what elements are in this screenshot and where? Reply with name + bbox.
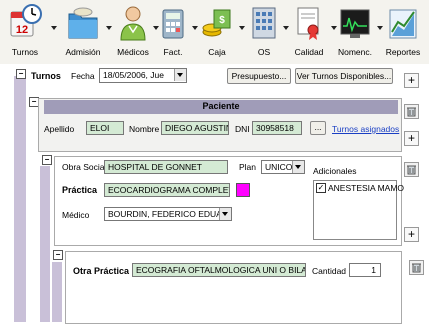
chevron-down-icon[interactable] — [219, 208, 231, 220]
main-toolbar: 12 Turnos Admisión Médicos Fact. $ Caja … — [0, 0, 429, 64]
toolbar-caja-button[interactable]: $ Caja — [198, 2, 236, 64]
practica-color-swatch — [236, 183, 250, 197]
adicionales-list[interactable]: ✓ ANESTESIA MAMO — [313, 180, 404, 240]
turnos-side-strip — [14, 76, 26, 322]
fecha-value: 18/05/2006, Jue — [103, 70, 164, 80]
toolbar-medicos-label: Médicos — [117, 47, 149, 57]
apellido-field[interactable]: ELOI — [86, 121, 124, 135]
toolbar-fact-button[interactable]: Fact. — [156, 2, 190, 64]
adicional-item-label: ANESTESIA MAMO — [328, 183, 405, 193]
toolbar-nomenc-label: Nomenc. — [337, 47, 372, 57]
turnos-asignados-link[interactable]: Turnos asignados — [332, 124, 399, 134]
otra-practica-label: Otra Práctica — [73, 266, 130, 276]
otra-practica-collapse-button[interactable]: − — [53, 250, 63, 260]
turnos-collapse-button[interactable]: − — [16, 69, 26, 79]
toolbar-turnos-button[interactable]: 12 Turnos — [2, 2, 48, 64]
ver-turnos-disponibles-button[interactable]: Ver Turnos Disponibles... — [295, 68, 393, 84]
cantidad-field[interactable]: 1 — [349, 263, 381, 277]
trash-icon — [407, 107, 416, 117]
fecha-label: Fecha — [71, 71, 95, 81]
toolbar-calidad-label: Calidad — [294, 47, 324, 57]
folder-icon — [66, 2, 100, 44]
practica-delete-button[interactable] — [404, 162, 419, 177]
otra-practica-field[interactable]: ECOGRAFIA OFTALMOLOGICA UNI O BILATERAL — [132, 263, 306, 277]
building-icon — [247, 2, 281, 44]
trash-icon — [412, 263, 421, 273]
fecha-select[interactable]: 18/05/2006, Jue — [99, 68, 187, 83]
adicional-item[interactable]: ✓ ANESTESIA MAMO — [316, 183, 404, 193]
practica-collapse-button[interactable]: − — [42, 155, 52, 165]
paciente-title: Paciente — [202, 101, 240, 111]
plan-select[interactable]: UNICO — [261, 160, 305, 174]
paciente-header-bar: Paciente — [44, 100, 398, 114]
chevron-down-icon[interactable] — [239, 26, 245, 30]
dni-field[interactable]: 30958518 — [252, 121, 302, 135]
add-paciente-button[interactable]: + — [404, 131, 419, 146]
calendar-clock-icon: 12 — [8, 2, 42, 44]
otra-practica-panel — [65, 251, 402, 324]
trash-icon — [407, 165, 416, 175]
monitor-chart-icon — [338, 2, 372, 44]
obra-social-field[interactable]: HOSPITAL DE GONNET — [104, 160, 228, 174]
otra-practica-side-strip — [52, 262, 62, 322]
toolbar-reportes-label: Reportes — [385, 47, 421, 57]
obra-social-label: Obra Social — [62, 162, 107, 172]
toolbar-calidad-button[interactable]: Calidad — [290, 2, 328, 64]
checkbox-checked[interactable]: ✓ — [316, 183, 326, 193]
medico-value: BOURDIN, FEDERICO EDUARDO — [108, 209, 232, 219]
toolbar-nomenc-button[interactable]: Nomenc. — [334, 2, 376, 64]
toolbar-admision-button[interactable]: Admisión — [60, 2, 106, 64]
chevron-down-icon[interactable] — [51, 26, 57, 30]
chevron-down-icon[interactable] — [292, 161, 304, 173]
toolbar-reportes-button[interactable]: Reportes — [381, 2, 425, 64]
certificate-icon — [292, 2, 326, 44]
turnos-title: Turnos — [31, 71, 61, 81]
line-chart-icon — [386, 2, 420, 44]
chevron-down-icon[interactable] — [174, 69, 186, 81]
plan-label: Plan — [239, 162, 257, 172]
calculator-icon — [156, 2, 190, 44]
add-practica-button[interactable]: + — [404, 227, 419, 242]
cantidad-label: Cantidad — [312, 266, 347, 276]
toolbar-medicos-button[interactable]: Médicos — [110, 2, 156, 64]
adicionales-label: Adicionales — [313, 166, 357, 176]
money-coins-icon: $ — [200, 2, 234, 44]
doctor-icon — [116, 2, 150, 44]
svg-text:12: 12 — [16, 24, 28, 36]
search-paciente-button[interactable]: ... — [310, 121, 326, 135]
practica-field[interactable]: ECOCARDIOGRAMA COMPLETO — [104, 183, 230, 197]
toolbar-fact-label: Fact. — [163, 47, 183, 57]
presupuesto-button[interactable]: Presupuesto... — [227, 68, 291, 84]
plan-value: UNICO — [265, 162, 293, 172]
chevron-down-icon[interactable] — [283, 26, 289, 30]
toolbar-admision-label: Admisión — [65, 47, 101, 57]
add-turno-button[interactable]: + — [404, 73, 419, 88]
svg-text:$: $ — [219, 15, 225, 26]
toolbar-os-label: OS — [257, 47, 271, 57]
otra-practica-delete-button[interactable] — [409, 260, 424, 275]
dni-label: DNI — [235, 124, 250, 134]
medico-select[interactable]: BOURDIN, FEDERICO EDUARDO — [104, 207, 232, 221]
practica-side-strip — [40, 166, 50, 322]
paciente-delete-button[interactable] — [404, 104, 419, 119]
practica-label: Práctica — [62, 185, 98, 195]
nombre-label: Nombre — [129, 124, 160, 134]
apellido-label: Apellido — [44, 124, 75, 134]
nombre-field[interactable]: DIEGO AGUSTIN — [161, 121, 229, 135]
toolbar-caja-label: Caja — [208, 47, 226, 57]
toolbar-turnos-label: Turnos — [11, 47, 39, 57]
medico-label: Médico — [62, 210, 90, 220]
toolbar-os-button[interactable]: OS — [247, 2, 281, 64]
